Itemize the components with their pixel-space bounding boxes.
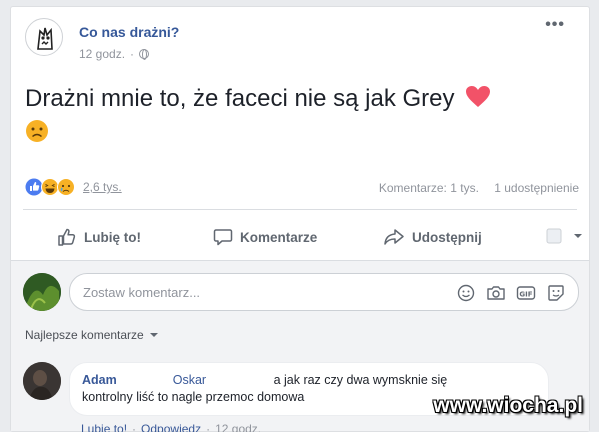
- reaction-icons: [25, 178, 75, 196]
- comments-count-link[interactable]: Komentarze: 1 tys.: [379, 181, 479, 195]
- comment-placeholder: Zostaw komentarz...: [83, 285, 201, 300]
- audience-menu-button[interactable]: [545, 227, 591, 245]
- globe-icon: [139, 49, 150, 60]
- page-name[interactable]: Co nas drażni?: [79, 24, 179, 40]
- share-icon: [384, 229, 404, 245]
- like-label: Lubię to!: [84, 229, 141, 245]
- page-icon: [546, 228, 562, 244]
- more-options-button[interactable]: •••: [545, 16, 565, 34]
- sad-reaction-icon: [57, 178, 75, 196]
- post-time[interactable]: 12 godz.: [79, 47, 125, 61]
- comment-text-line1: a jak raz czy dwa wymsknie się: [273, 373, 448, 387]
- comment-button[interactable]: Komentarze: [213, 227, 317, 247]
- post-card: Co nas drażni? 12 godz. · ••• Drażni mni…: [10, 6, 590, 432]
- like-icon: [58, 228, 76, 246]
- comment-input[interactable]: Zostaw komentarz... GIF: [69, 273, 579, 311]
- monster-logo-icon: [37, 27, 53, 50]
- separator: ·: [206, 422, 211, 432]
- share-label: Udostępnij: [412, 229, 482, 245]
- shares-count-link[interactable]: 1 udostępnienie: [494, 181, 579, 195]
- divider: [23, 209, 577, 210]
- commenter-avatar[interactable]: [23, 362, 61, 400]
- haha-reaction-icon: [41, 178, 59, 196]
- comment-time[interactable]: 12 godz.: [215, 422, 261, 432]
- sad-emoji-icon: [26, 120, 48, 142]
- comment-reply-link[interactable]: Odpowiedz: [141, 422, 201, 432]
- like-button[interactable]: Lubię to!: [57, 227, 141, 247]
- camera-icon[interactable]: [486, 283, 506, 303]
- comment-text-line2: kontrolny liść to nagle przemoc domowa: [82, 390, 305, 404]
- commenter-avatar-image: [23, 362, 61, 400]
- user-avatar[interactable]: [23, 273, 61, 311]
- separator: ·: [132, 422, 137, 432]
- comment-icon: [213, 229, 233, 246]
- like-reaction-icon: [25, 178, 43, 196]
- post-text-content: Drażni mnie to, że faceci nie są jak Gre…: [25, 85, 455, 112]
- reaction-count[interactable]: 2,6 tys.: [83, 180, 122, 194]
- post-header: Co nas drażni? 12 godz. · •••: [25, 16, 565, 68]
- input-icons: GIF: [456, 283, 566, 303]
- post-text: Drażni mnie to, że faceci nie są jak Gre…: [25, 83, 565, 152]
- share-button[interactable]: Udostępnij: [383, 227, 482, 247]
- comment-like-link[interactable]: Lubię to!: [81, 422, 127, 432]
- sort-label: Najlepsze komentarze: [25, 328, 144, 342]
- caret-down-icon: [149, 333, 158, 337]
- comment-actions: Lubię to! · Odpowiedz · 12 godz.: [81, 422, 261, 432]
- caret-down-icon: [574, 234, 582, 238]
- post-actions: Lubię to! Komentarze Udostępnij: [25, 219, 582, 255]
- tagged-user[interactable]: Oskar: [173, 373, 206, 387]
- post-stats: 2,6 tys. Komentarze: 1 tys. 1 udostępnie…: [25, 178, 579, 198]
- heart-icon: [466, 86, 491, 107]
- sticker-icon[interactable]: [546, 283, 566, 303]
- user-avatar-image: [23, 273, 61, 311]
- svg-text:GIF: GIF: [519, 290, 532, 298]
- watermark: www.wiocha.pl: [433, 394, 583, 417]
- comment-author[interactable]: Adam: [82, 373, 117, 387]
- gif-icon[interactable]: GIF: [516, 283, 536, 303]
- comment-sort-dropdown[interactable]: Najlepsze komentarze: [25, 328, 159, 342]
- smiley-icon[interactable]: [456, 283, 476, 303]
- post-meta: 12 godz. ·: [79, 47, 150, 61]
- reactions-summary[interactable]: 2,6 tys.: [25, 178, 122, 196]
- page-avatar[interactable]: [25, 18, 63, 56]
- comment-label: Komentarze: [240, 229, 318, 245]
- stats-right: Komentarze: 1 tys. 1 udostępnienie: [379, 181, 579, 195]
